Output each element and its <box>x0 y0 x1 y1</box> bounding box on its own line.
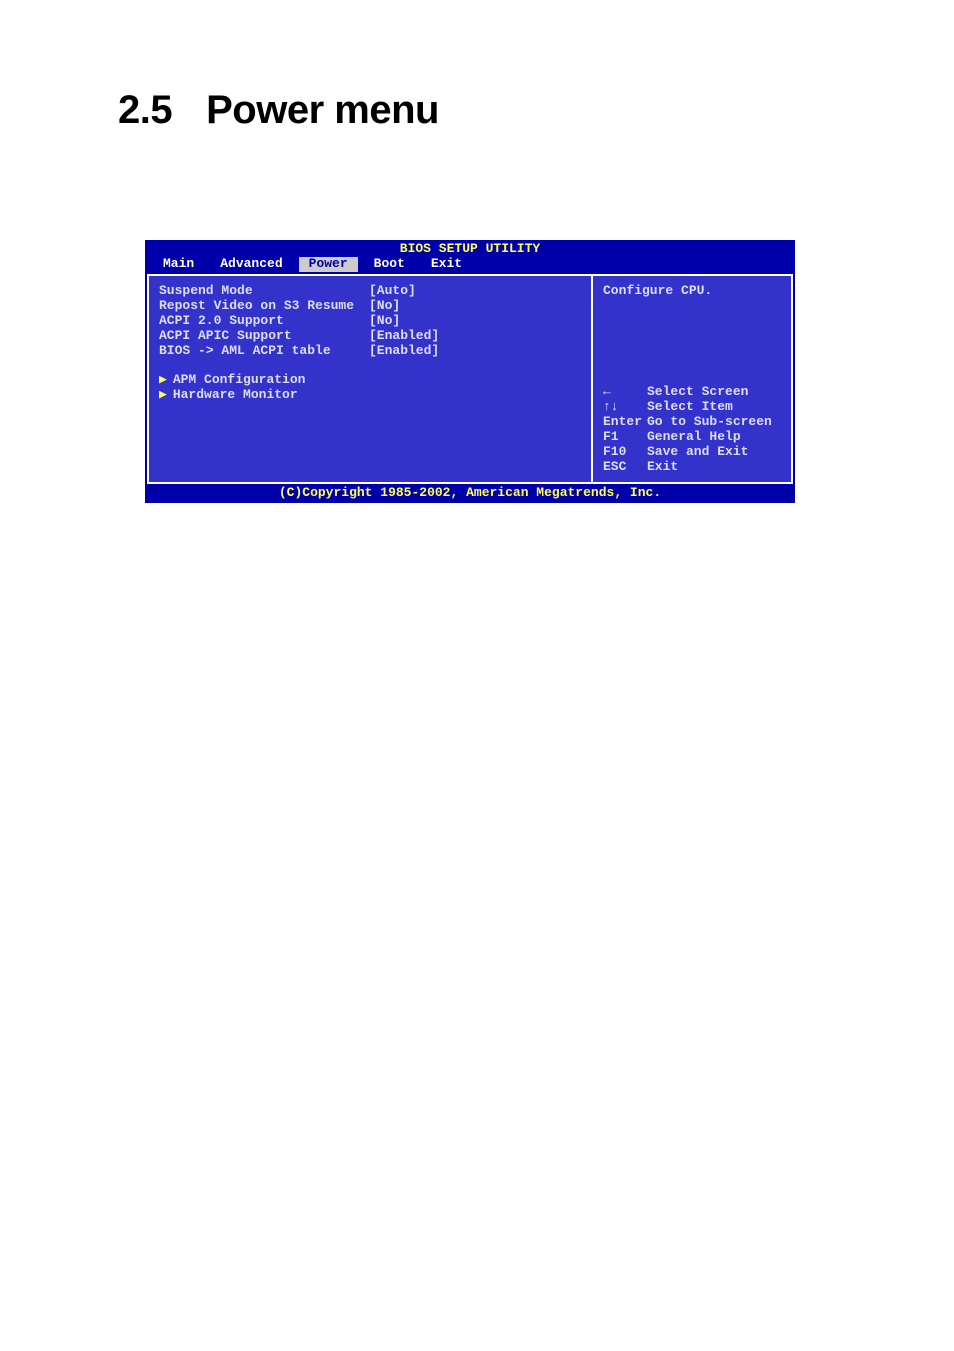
setting-repost-video[interactable]: Repost Video on S3 Resume [No] <box>159 299 581 314</box>
setting-label: Suspend Mode <box>159 284 369 299</box>
bios-header: BIOS SETUP UTILITY <box>145 240 795 257</box>
key-desc: Exit <box>647 460 678 475</box>
setting-value: [Enabled] <box>369 344 439 359</box>
submenu-label: Hardware Monitor <box>173 388 298 403</box>
key-label: ↑↓ <box>603 400 647 415</box>
key-desc: Save and Exit <box>647 445 748 460</box>
bios-body: Suspend Mode [Auto] Repost Video on S3 R… <box>147 274 793 485</box>
help-description: Configure CPU. <box>603 284 785 299</box>
bios-footer: (C)Copyright 1985-2002, American Megatre… <box>145 486 795 503</box>
section-title: Power menu <box>206 88 439 132</box>
submenu-arrow-icon: ▶ <box>159 388 167 403</box>
page-title: 2.5 Power menu <box>118 88 439 133</box>
bios-setup-utility: BIOS SETUP UTILITY Main Advanced Power B… <box>145 240 795 503</box>
submenu-label: APM Configuration <box>173 373 306 388</box>
key-desc: Select Item <box>647 400 733 415</box>
submenu-arrow-icon: ▶ <box>159 373 167 388</box>
setting-label: ACPI APIC Support <box>159 329 369 344</box>
section-number: 2.5 <box>118 88 172 132</box>
setting-label: Repost Video on S3 Resume <box>159 299 369 314</box>
key-desc: Select Screen <box>647 385 748 400</box>
setting-value: [No] <box>369 314 400 329</box>
key-label: ESC <box>603 460 647 475</box>
tab-exit[interactable]: Exit <box>421 257 472 272</box>
setting-acpi-20[interactable]: ACPI 2.0 Support [No] <box>159 314 581 329</box>
setting-label: BIOS -> AML ACPI table <box>159 344 369 359</box>
help-key-f10: F10 Save and Exit <box>603 445 785 460</box>
help-key-f1: F1 General Help <box>603 430 785 445</box>
tab-main[interactable]: Main <box>153 257 204 272</box>
help-key-left: ← Select Screen <box>603 385 785 400</box>
setting-suspend-mode[interactable]: Suspend Mode [Auto] <box>159 284 581 299</box>
bios-settings-panel: Suspend Mode [Auto] Repost Video on S3 R… <box>149 276 591 483</box>
setting-label: ACPI 2.0 Support <box>159 314 369 329</box>
key-desc: General Help <box>647 430 741 445</box>
help-keys: ← Select Screen ↑↓ Select Item Enter Go … <box>603 385 785 475</box>
setting-acpi-apic[interactable]: ACPI APIC Support [Enabled] <box>159 329 581 344</box>
key-label: F10 <box>603 445 647 460</box>
key-label: F1 <box>603 430 647 445</box>
tab-boot[interactable]: Boot <box>364 257 415 272</box>
submenu-hardware-monitor[interactable]: ▶ Hardware Monitor <box>159 388 581 403</box>
help-key-enter: Enter Go to Sub-screen <box>603 415 785 430</box>
help-key-updown: ↑↓ Select Item <box>603 400 785 415</box>
submenu-apm-configuration[interactable]: ▶ APM Configuration <box>159 373 581 388</box>
setting-value: [No] <box>369 299 400 314</box>
key-label: Enter <box>603 415 647 430</box>
help-key-esc: ESC Exit <box>603 460 785 475</box>
key-desc: Go to Sub-screen <box>647 415 772 430</box>
bios-help-panel: Configure CPU. ← Select Screen ↑↓ Select… <box>591 276 791 483</box>
bios-tab-bar: Main Advanced Power Boot Exit <box>145 257 795 274</box>
tab-advanced[interactable]: Advanced <box>210 257 292 272</box>
setting-aml-acpi[interactable]: BIOS -> AML ACPI table [Enabled] <box>159 344 581 359</box>
setting-value: [Auto] <box>369 284 416 299</box>
key-label: ← <box>603 385 647 400</box>
setting-value: [Enabled] <box>369 329 439 344</box>
tab-power[interactable]: Power <box>299 257 358 272</box>
